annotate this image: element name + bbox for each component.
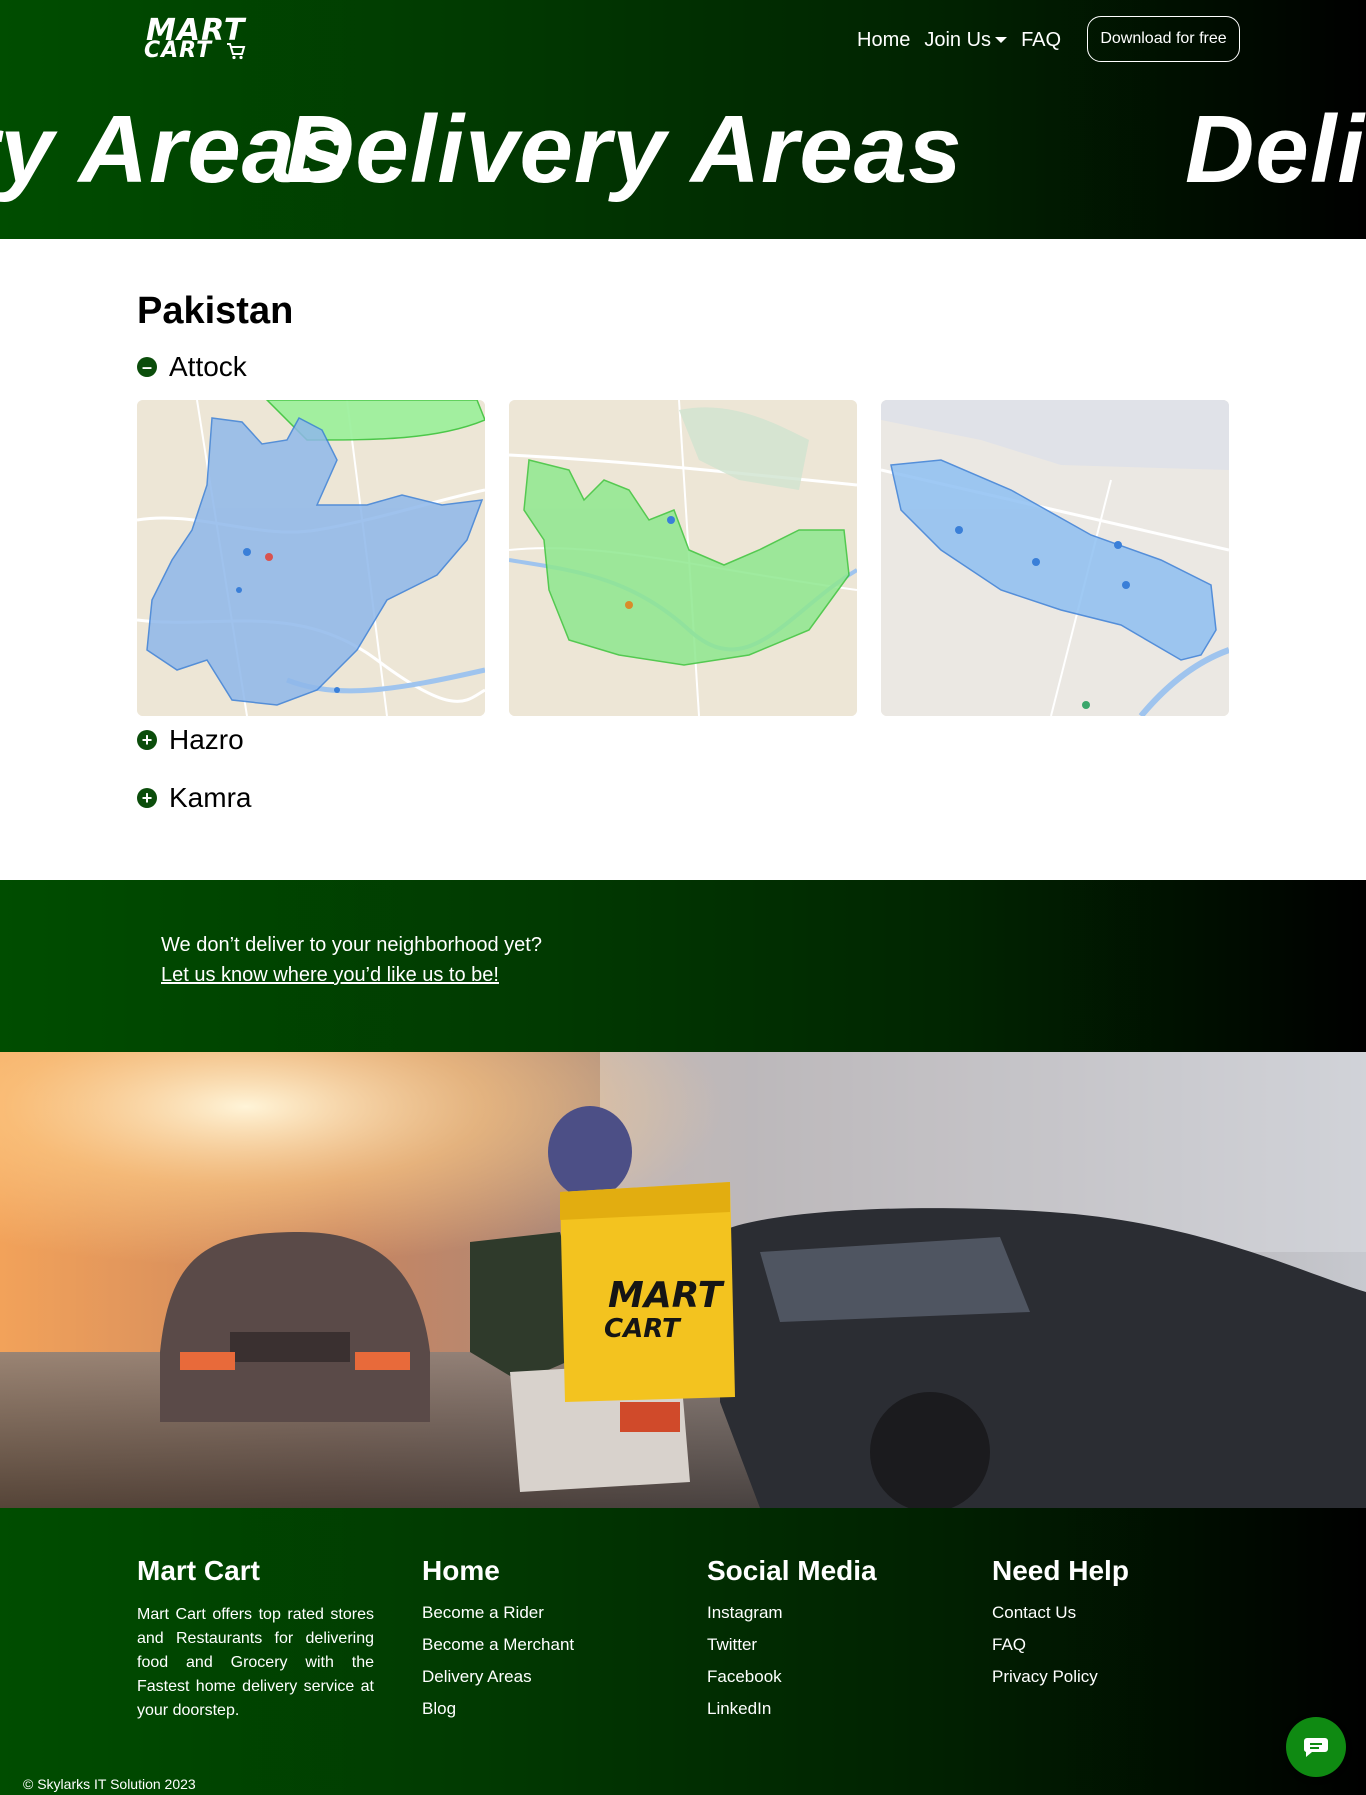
area-hazro[interactable]: + Hazro bbox=[137, 722, 244, 758]
area-label: Attock bbox=[169, 351, 247, 382]
rider-photo: MART CART bbox=[0, 1052, 1366, 1508]
country-heading: Pakistan bbox=[137, 290, 294, 332]
footer-about: Mart Cart Mart Cart offers top rated sto… bbox=[137, 1555, 374, 1723]
map-kamra[interactable] bbox=[881, 400, 1229, 716]
footer-about-text: Mart Cart offers top rated stores and Re… bbox=[137, 1606, 374, 1719]
cta-question: We don’t deliver to your neighborhood ye… bbox=[161, 934, 542, 956]
plus-circle-icon[interactable]: + bbox=[137, 788, 157, 808]
area-label: Hazro bbox=[169, 724, 244, 755]
footer-link-blog[interactable]: Blog bbox=[422, 1699, 456, 1718]
footer-link-contact-us[interactable]: Contact Us bbox=[992, 1603, 1076, 1622]
svg-text:CART: CART bbox=[604, 1314, 682, 1344]
footer-link-become-merchant[interactable]: Become a Merchant bbox=[422, 1635, 574, 1654]
main-nav: Home Join Us FAQ bbox=[857, 27, 1075, 53]
footer-social-title: Social Media bbox=[707, 1555, 877, 1586]
footer-about-title: Mart Cart bbox=[137, 1555, 260, 1586]
map-hazro[interactable] bbox=[509, 400, 857, 716]
area-kamra[interactable]: + Kamra bbox=[137, 780, 251, 816]
svg-text:MART: MART bbox=[608, 1275, 725, 1316]
footer-social: Social Media Instagram Twitter Facebook … bbox=[707, 1555, 877, 1731]
nav-join-us[interactable]: Join Us bbox=[924, 28, 1008, 52]
copyright: © Skylarks IT Solution 2023 bbox=[23, 1776, 196, 1792]
minus-circle-icon[interactable]: – bbox=[137, 357, 157, 377]
cart-icon bbox=[227, 43, 246, 60]
footer-link-facebook[interactable]: Facebook bbox=[707, 1667, 782, 1686]
map-attock[interactable] bbox=[137, 400, 485, 716]
footer-home-title: Home bbox=[422, 1555, 500, 1586]
area-maps bbox=[137, 400, 1229, 716]
logo[interactable]: MART CART bbox=[144, 16, 248, 62]
footer-home: Home Become a Rider Become a Merchant De… bbox=[422, 1555, 574, 1731]
footer-link-faq[interactable]: FAQ bbox=[992, 1635, 1026, 1654]
hero-header: MART CART Home Join Us FAQ Download for … bbox=[0, 0, 1366, 239]
footer-link-linkedin[interactable]: LinkedIn bbox=[707, 1699, 771, 1718]
footer-help-title: Need Help bbox=[992, 1555, 1129, 1586]
cta-request-link[interactable]: Let us know where you’d like us to be! bbox=[161, 964, 499, 987]
download-button[interactable]: Download for free bbox=[1087, 16, 1240, 62]
chat-button[interactable] bbox=[1286, 1717, 1346, 1777]
marquee-text: Delivery Areas bbox=[1185, 102, 1366, 203]
logo-line2: CART bbox=[144, 38, 213, 63]
area-label: Kamra bbox=[169, 782, 252, 813]
neighborhood-cta: We don’t deliver to your neighborhood ye… bbox=[0, 880, 1366, 1052]
nav-faq[interactable]: FAQ bbox=[1021, 29, 1061, 52]
footer-link-privacy-policy[interactable]: Privacy Policy bbox=[992, 1667, 1098, 1686]
nav-home[interactable]: Home bbox=[857, 29, 910, 52]
marquee-banner: Delivery Areas Delivery Areas Delivery A… bbox=[0, 102, 1366, 222]
marquee-text: Delivery Areas bbox=[285, 102, 963, 203]
footer-link-twitter[interactable]: Twitter bbox=[707, 1635, 757, 1654]
nav-join-us-label: Join Us bbox=[924, 28, 992, 51]
footer-link-become-rider[interactable]: Become a Rider bbox=[422, 1603, 544, 1622]
footer-help: Need Help Contact Us FAQ Privacy Policy bbox=[992, 1555, 1129, 1699]
footer-link-instagram[interactable]: Instagram bbox=[707, 1603, 783, 1622]
chat-icon bbox=[1303, 1738, 1328, 1757]
area-attock[interactable]: – Attock bbox=[137, 349, 247, 385]
footer-link-delivery-areas[interactable]: Delivery Areas bbox=[422, 1667, 532, 1686]
plus-circle-icon[interactable]: + bbox=[137, 730, 157, 750]
site-footer: Mart Cart Mart Cart offers top rated sto… bbox=[0, 1508, 1366, 1795]
caret-down-icon bbox=[995, 37, 1008, 43]
